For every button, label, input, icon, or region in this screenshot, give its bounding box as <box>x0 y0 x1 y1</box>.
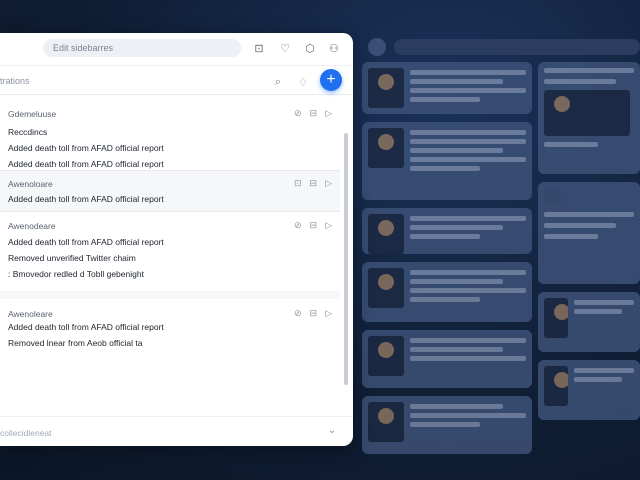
group-header: Awenoloare <box>8 179 53 189</box>
check-icon[interactable]: ⊘ <box>294 108 302 119</box>
feed-column-left <box>362 62 532 454</box>
check-icon[interactable]: ⊘ <box>294 220 302 231</box>
footer-label: collecidleneat <box>0 428 52 438</box>
divider <box>0 211 340 212</box>
copy-icon[interactable]: ⊟ <box>310 108 318 119</box>
feed-card <box>362 62 532 114</box>
panel-topbar: Edit sidebarres ⊡ ♡ ⬡ ⚇ <box>0 33 353 63</box>
revision-group: Awenodeare ⊘ ⊟ ▷ Added death toll from A… <box>0 213 340 293</box>
list-item[interactable]: Removed lnear from Aeob official ta <box>8 338 143 348</box>
feed-card <box>538 292 640 352</box>
group-header: Awenoleare <box>8 309 53 319</box>
scrollbar[interactable] <box>344 133 348 385</box>
feed-avatar-icon <box>368 38 386 56</box>
feed-thumbnail <box>368 268 404 308</box>
list-item[interactable]: Added death toll from AFAD official repo… <box>8 237 164 247</box>
expand-icon[interactable]: ⊡ <box>252 41 266 55</box>
chevron-down-icon[interactable]: ⌄ <box>328 425 336 436</box>
feed-card <box>538 182 640 284</box>
feed-thumbnail <box>368 128 404 168</box>
background-feed <box>362 30 640 454</box>
feed-thumbnail <box>544 298 568 338</box>
section-header: trations ⌕ ♢ <box>0 65 353 95</box>
play-icon[interactable]: ▷ <box>325 220 332 231</box>
image-icon[interactable]: ⊡ <box>294 178 302 189</box>
group-actions: ⊘ ⊟ ▷ <box>294 308 332 319</box>
feed-card <box>362 396 532 454</box>
check-icon[interactable]: ⊘ <box>294 308 302 319</box>
search-input[interactable]: Edit sidebarres <box>43 39 241 57</box>
feed-card <box>538 360 640 420</box>
list-item[interactable]: Added death toll from AFAD official repo… <box>8 143 164 153</box>
play-icon[interactable]: ▷ <box>325 178 332 189</box>
list-item[interactable]: Added death toll from AFAD official repo… <box>8 322 164 332</box>
feed-card <box>362 330 532 388</box>
list-item[interactable]: Added death toll from AFAD official repo… <box>8 159 164 169</box>
revision-group: Awenoleare ⊘ ⊟ ▷ Added death toll from A… <box>0 301 340 361</box>
section-title: trations <box>0 76 30 86</box>
feed-card <box>362 208 532 254</box>
play-icon[interactable]: ▷ <box>325 108 332 119</box>
group-header: Awenodeare <box>8 221 56 231</box>
feed-column-right <box>538 62 640 420</box>
feed-card <box>362 122 532 200</box>
revisions-panel: Edit sidebarres ⊡ ♡ ⬡ ⚇ trations ⌕ ♢ + G… <box>0 33 353 446</box>
copy-icon[interactable]: ⊟ <box>310 178 318 189</box>
list-item[interactable]: Reccdincs <box>8 127 47 137</box>
panel-footer: collecidleneat ⌄ <box>0 416 353 446</box>
group-actions: ⊘ ⊟ ▷ <box>294 220 332 231</box>
group-spacer <box>0 291 340 299</box>
revision-group: Awenoloare ⊡ ⊟ ▷ Added death toll from A… <box>0 171 340 211</box>
feed-thumbnail <box>368 214 404 254</box>
group-header: Gdemeluuse <box>8 109 57 119</box>
feed-topbar <box>368 36 640 58</box>
search-placeholder: Edit sidebarres <box>53 43 114 53</box>
feed-thumbnail <box>368 336 404 376</box>
group-actions: ⊡ ⊟ ▷ <box>294 178 332 189</box>
user-icon[interactable]: ⚇ <box>327 41 341 55</box>
settings-icon[interactable]: ⬡ <box>303 41 317 55</box>
list-item[interactable]: Removed unverified Twitter chaim <box>8 253 136 263</box>
copy-icon[interactable]: ⊟ <box>310 220 318 231</box>
feed-card <box>362 262 532 322</box>
heart-icon[interactable]: ♡ <box>278 41 292 55</box>
flag-icon[interactable]: ♢ <box>296 75 310 89</box>
feed-thumbnail <box>368 402 404 442</box>
comment-icon[interactable]: ⌕ <box>271 75 285 89</box>
feed-search-bar <box>394 39 640 55</box>
feed-thumbnail <box>368 68 404 108</box>
list-item[interactable]: Added death toll from AFAD official repo… <box>8 194 164 204</box>
feed-thumbnail <box>544 366 568 406</box>
group-actions: ⊘ ⊟ ▷ <box>294 108 332 119</box>
play-icon[interactable]: ▷ <box>325 308 332 319</box>
list-item[interactable]: : Bmovedor redled d Tobll gebenight <box>8 269 144 279</box>
copy-icon[interactable]: ⊟ <box>310 308 318 319</box>
feed-card <box>538 62 640 174</box>
add-button[interactable]: + <box>320 69 342 91</box>
